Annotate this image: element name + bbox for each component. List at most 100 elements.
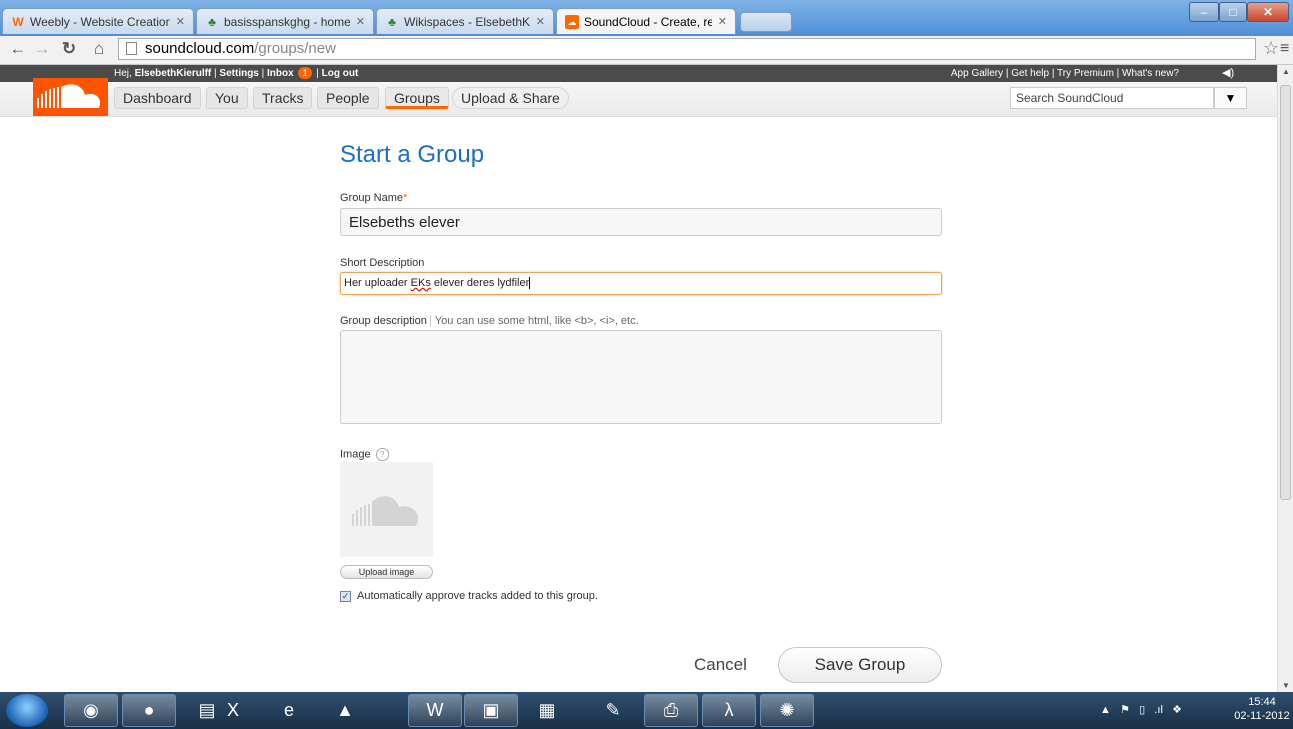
save-group-button[interactable]: Save Group	[778, 647, 942, 683]
photo-icon[interactable]: ▣	[464, 694, 518, 727]
publisher-icon[interactable]: ▦	[520, 694, 574, 727]
image-label: Image?	[340, 448, 389, 461]
windows-taskbar: ◉ ● ▤ X e ▲ W ▣ ▦ ✎ ⎙ λ ✺ ▲ ⚑ ▯ .ıl ❖ 15…	[0, 692, 1293, 729]
people-icon[interactable]: ✺	[760, 694, 814, 727]
speaker-icon[interactable]: ◀)	[1222, 65, 1234, 82]
start-button[interactable]	[6, 694, 48, 727]
home-icon[interactable]: ⌂	[89, 39, 109, 59]
tab-title: Weebly - Website Creation	[30, 14, 170, 29]
menu-icon[interactable]: ≡	[1280, 40, 1293, 58]
group-description-label-text: Group description	[340, 315, 427, 327]
network-icon[interactable]: .ıl	[1154, 704, 1163, 716]
nav-you[interactable]: You	[206, 87, 248, 109]
inbox-link[interactable]: Inbox	[267, 68, 294, 79]
greeting: Hej,	[114, 68, 132, 79]
short-description-label: Short Description	[340, 257, 425, 269]
new-tab-button[interactable]	[740, 12, 792, 32]
notes-icon[interactable]: ✎	[586, 694, 640, 727]
ie-icon[interactable]: e	[262, 694, 316, 727]
html-hint: You can use some html, like <b>, <i>, et…	[429, 315, 639, 327]
group-name-label-text: Group Name	[340, 192, 403, 204]
required-mark: *	[402, 192, 408, 204]
image-label-text: Image	[340, 448, 371, 461]
group-description-label: Group description You can use some html, …	[340, 315, 639, 327]
word-icon[interactable]: W	[408, 694, 462, 727]
misspelled-word: EKs	[410, 277, 431, 289]
flag-icon[interactable]: ⚑	[1120, 704, 1130, 716]
auto-approve-checkbox[interactable]: ✓	[340, 591, 351, 602]
tab-title: SoundCloud - Create, reco	[584, 14, 712, 29]
browser-toolbar: ← → ↻ ⌂ soundcloud.com/groups/new ☆ ≡	[0, 36, 1293, 65]
address-bar[interactable]: soundcloud.com/groups/new	[118, 38, 1256, 60]
image-placeholder	[340, 462, 433, 557]
group-name-input[interactable]: Elsebeths elever	[340, 208, 942, 236]
short-desc-text: Her uploader	[344, 277, 411, 289]
battery-icon[interactable]: ▯	[1139, 704, 1145, 716]
minimize-button[interactable]: –	[1189, 2, 1219, 22]
group-name-label: Group Name*	[340, 192, 407, 204]
clock[interactable]: 15:44 02-11-2012	[1232, 695, 1292, 723]
logout-link[interactable]: Log out	[322, 68, 359, 79]
auto-approve-label: Automatically approve tracks added to th…	[357, 590, 598, 602]
short-description-input[interactable]: Her uploader EKs elever deres lydfiler	[340, 272, 942, 295]
close-tab-icon[interactable]: ✕	[536, 15, 545, 28]
nav-groups[interactable]: Groups	[385, 87, 449, 109]
scroll-thumb[interactable]	[1280, 85, 1291, 500]
settings-link[interactable]: Settings	[219, 68, 258, 79]
browser-tab-strip: W Weebly - Website Creation ✕ ♣ basisspa…	[0, 0, 1293, 36]
system-tray: ▲ ⚑ ▯ .ıl ❖	[1100, 692, 1182, 729]
search-input[interactable]: Search SoundCloud	[1010, 87, 1214, 109]
soundcloud-icon: ☁	[565, 14, 579, 29]
upload-image-button[interactable]: Upload image	[340, 565, 433, 579]
close-tab-icon[interactable]: ✕	[718, 15, 727, 28]
tab-title: Wikispaces - ElsebethKieru	[404, 14, 530, 29]
back-icon[interactable]: ←	[8, 39, 28, 59]
url-path: /groups/new	[254, 40, 336, 57]
sc-user-bar: Hej, ElsebethKierulff | Settings | Inbox…	[0, 65, 1277, 82]
wikispaces-icon: ♣	[208, 14, 216, 29]
tab-basisspansk[interactable]: ♣ basisspanskghg - home ✕	[196, 8, 374, 34]
forward-icon[interactable]: →	[32, 39, 52, 59]
group-description-textarea[interactable]	[340, 330, 942, 424]
weebly-icon: W	[12, 14, 24, 29]
url-host: soundcloud.com	[145, 40, 255, 57]
chrome-icon[interactable]: ◉	[64, 694, 118, 727]
clock-time: 15:44	[1248, 696, 1276, 708]
sc-main-nav: Dashboard You Tracks People Groups Uploa…	[0, 78, 1277, 117]
short-desc-text: elever deres lydfiler	[430, 277, 530, 289]
scroll-up-icon[interactable]: ▲	[1282, 67, 1290, 76]
page-icon	[126, 42, 137, 55]
close-tab-icon[interactable]: ✕	[176, 15, 185, 28]
cancel-link[interactable]: Cancel	[694, 655, 747, 675]
soundcloud-logo[interactable]	[33, 78, 108, 116]
close-tab-icon[interactable]: ✕	[356, 15, 365, 28]
excel-icon[interactable]: X	[206, 694, 260, 727]
page-title: Start a Group	[340, 141, 485, 168]
nav-people[interactable]: People	[317, 87, 379, 109]
acrobat-icon[interactable]: λ	[702, 694, 756, 727]
tab-wikispaces[interactable]: ♣ Wikispaces - ElsebethKieru ✕	[376, 8, 554, 34]
scanner-icon[interactable]: ⎙	[644, 694, 698, 727]
page-scrollbar[interactable]: ▲ ▼	[1277, 65, 1293, 692]
nav-dashboard[interactable]: Dashboard	[114, 87, 201, 109]
search-dropdown-icon[interactable]: ▼	[1214, 87, 1247, 109]
nav-upload-share[interactable]: Upload & Share	[452, 87, 569, 109]
tab-weebly[interactable]: W Weebly - Website Creation ✕	[2, 8, 194, 34]
bookmark-star-icon[interactable]: ☆	[1263, 38, 1279, 59]
dropbox-icon[interactable]: ❖	[1172, 704, 1182, 716]
username-link[interactable]: ElsebethKierulff	[135, 68, 212, 79]
help-links[interactable]: App Gallery | Get help | Try Premium | W…	[951, 65, 1179, 82]
reload-icon[interactable]: ↻	[59, 39, 79, 59]
maximize-button[interactable]: □	[1219, 2, 1247, 22]
vlc-icon[interactable]: ▲	[318, 694, 372, 727]
tab-title: basisspanskghg - home	[224, 14, 350, 29]
firefox-icon[interactable]: ●	[122, 694, 176, 727]
help-icon[interactable]: ?	[375, 448, 389, 461]
close-window-button[interactable]: ✕	[1247, 2, 1289, 22]
tray-expand-icon[interactable]: ▲	[1100, 704, 1111, 716]
tab-soundcloud[interactable]: ☁ SoundCloud - Create, reco ✕	[556, 8, 736, 34]
scroll-down-icon[interactable]: ▼	[1282, 681, 1290, 690]
nav-tracks[interactable]: Tracks	[253, 87, 313, 109]
text-cursor	[529, 277, 531, 289]
clock-date: 02-11-2012	[1234, 710, 1290, 722]
